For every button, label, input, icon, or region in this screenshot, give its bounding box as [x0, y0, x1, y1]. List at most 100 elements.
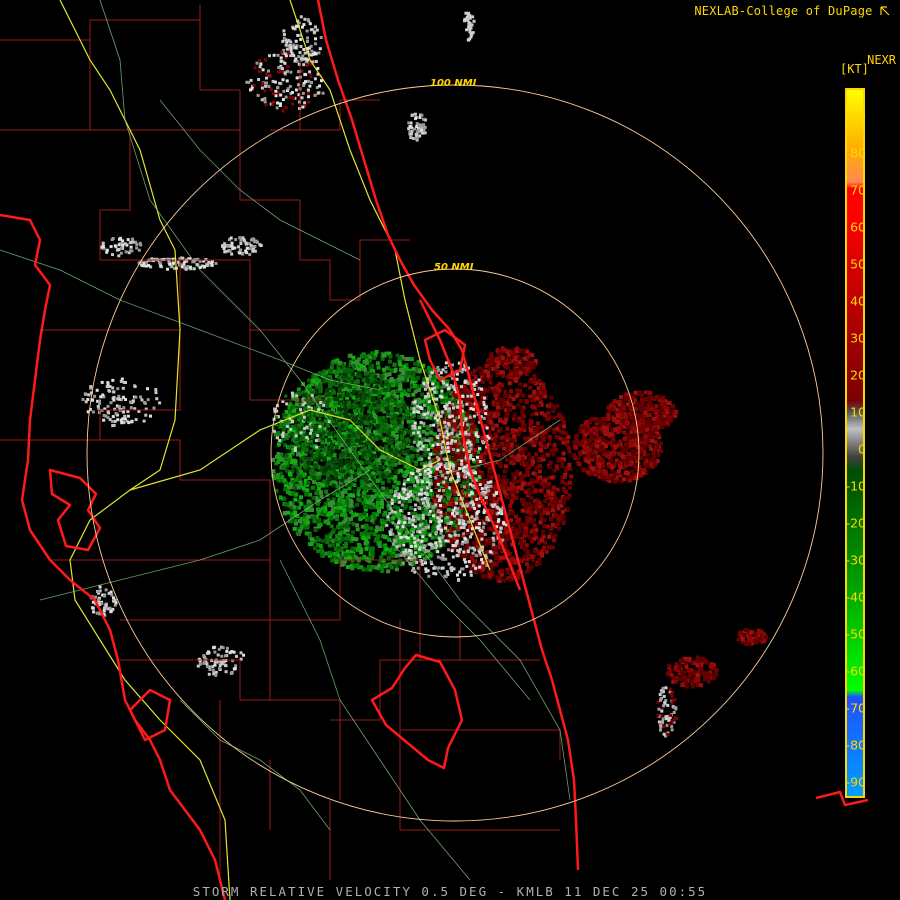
- echo-pixel: [331, 431, 336, 435]
- echo-pixel: [415, 453, 420, 458]
- echo-pixel: [416, 479, 419, 483]
- echo-pixel: [312, 454, 317, 459]
- echo-pixel: [504, 530, 509, 535]
- echo-pixel: [386, 569, 391, 574]
- echo-pixel: [423, 537, 428, 542]
- echo-pixel: [420, 492, 424, 496]
- echo-pixel: [420, 539, 424, 543]
- echo-pixel: [306, 520, 310, 525]
- echo-pixel: [481, 377, 486, 381]
- echo-pixel: [517, 485, 521, 490]
- echo-pixel: [363, 455, 368, 460]
- echo-pixel: [388, 354, 393, 359]
- echo-pixel: [429, 520, 433, 524]
- echo-pixel: [351, 521, 356, 526]
- echo-pixel: [543, 443, 547, 448]
- echo-pixel: [543, 540, 548, 545]
- echo-pixel: [439, 514, 443, 518]
- echo-pixel: [462, 550, 466, 554]
- echo-pixel: [538, 520, 543, 525]
- echo-pixel: [442, 480, 446, 484]
- echo-pixel: [473, 517, 477, 521]
- echo-pixel: [539, 481, 544, 486]
- echo-pixel: [546, 545, 551, 550]
- echo-pixel: [524, 461, 529, 466]
- echo-pixel: [508, 407, 512, 412]
- echo-pixel: [451, 555, 455, 559]
- echo-pixel: [531, 471, 536, 476]
- echo-pixel: [386, 386, 391, 390]
- echo-pixel: [380, 480, 385, 485]
- echo-pixel: [276, 442, 281, 447]
- echo-pixel: [482, 387, 487, 392]
- echo-pixel: [567, 480, 572, 485]
- echo-pixel: [385, 471, 389, 476]
- echo-pixel: [411, 392, 416, 397]
- echo-pixel: [402, 473, 407, 478]
- echo-pixel: [455, 512, 459, 515]
- echo-pixel: [399, 509, 403, 512]
- echo-pixel: [406, 523, 411, 528]
- echo-pixel: [398, 430, 403, 435]
- echo-pixel: [420, 497, 424, 501]
- echo-pixel: [424, 548, 428, 552]
- echo-pixel: [322, 479, 327, 484]
- echo-pixel: [299, 501, 304, 506]
- echo-pixel: [292, 408, 297, 413]
- echo-pixel: [400, 503, 404, 507]
- echo-pixel: [338, 459, 343, 464]
- echo-pixel: [477, 504, 481, 508]
- echo-pixel: [376, 541, 381, 546]
- echo-pixel: [555, 522, 560, 527]
- echo-pixel: [286, 510, 291, 515]
- echo-pixel: [496, 444, 501, 449]
- echo-pixel: [511, 511, 516, 516]
- echo-pixel: [471, 500, 475, 504]
- echo-pixel: [410, 376, 415, 381]
- echo-pixel: [364, 460, 369, 465]
- echo-pixel: [498, 460, 503, 465]
- echo-pixel: [497, 397, 502, 401]
- echo-pixel: [375, 525, 380, 530]
- echo-pixel: [440, 519, 444, 523]
- echo-pixel: [409, 383, 414, 388]
- echo-pixel: [393, 475, 398, 479]
- echo-pixel: [457, 518, 461, 522]
- radar-map: 100 NMI 50 NMI: [0, 0, 869, 900]
- echo-pixel: [478, 522, 482, 525]
- echo-pixel: [345, 565, 350, 569]
- echo-pixel: [352, 417, 357, 421]
- echo-pixel: [393, 469, 398, 474]
- echo-pixel: [424, 525, 428, 529]
- echo-pixel: [355, 523, 360, 528]
- echo-pixel: [411, 371, 416, 376]
- echo-pixel: [445, 379, 450, 384]
- echo-pixel: [452, 393, 457, 398]
- echo-pixel: [401, 371, 406, 376]
- echo-pixel: [313, 546, 317, 551]
- echo-pixel: [379, 428, 384, 433]
- echo-pixel: [332, 528, 337, 533]
- echo-pixel: [445, 515, 449, 519]
- echo-pixel: [480, 537, 484, 541]
- echo-pixel: [390, 498, 394, 502]
- echo-pixel: [329, 365, 334, 370]
- echo-pixel: [284, 453, 289, 458]
- echo-pixel: [443, 574, 447, 578]
- echo-pixel: [331, 449, 336, 454]
- echo-pixel: [331, 406, 335, 410]
- echo-pixel: [458, 570, 462, 574]
- echo-pixel: [337, 531, 342, 536]
- echo-pixel: [324, 483, 329, 488]
- echo-pixel: [550, 545, 555, 550]
- echo-pixel: [511, 397, 516, 401]
- echo-pixel: [364, 372, 369, 376]
- echo-pixel: [530, 477, 534, 482]
- echo-pixel: [282, 412, 287, 417]
- echo-pixel: [306, 480, 311, 485]
- echo-pixel: [351, 536, 356, 541]
- echo-pixel: [390, 459, 395, 464]
- echo-pixel: [365, 480, 370, 484]
- echo-pixel: [352, 364, 356, 369]
- echo-pixel: [390, 420, 395, 425]
